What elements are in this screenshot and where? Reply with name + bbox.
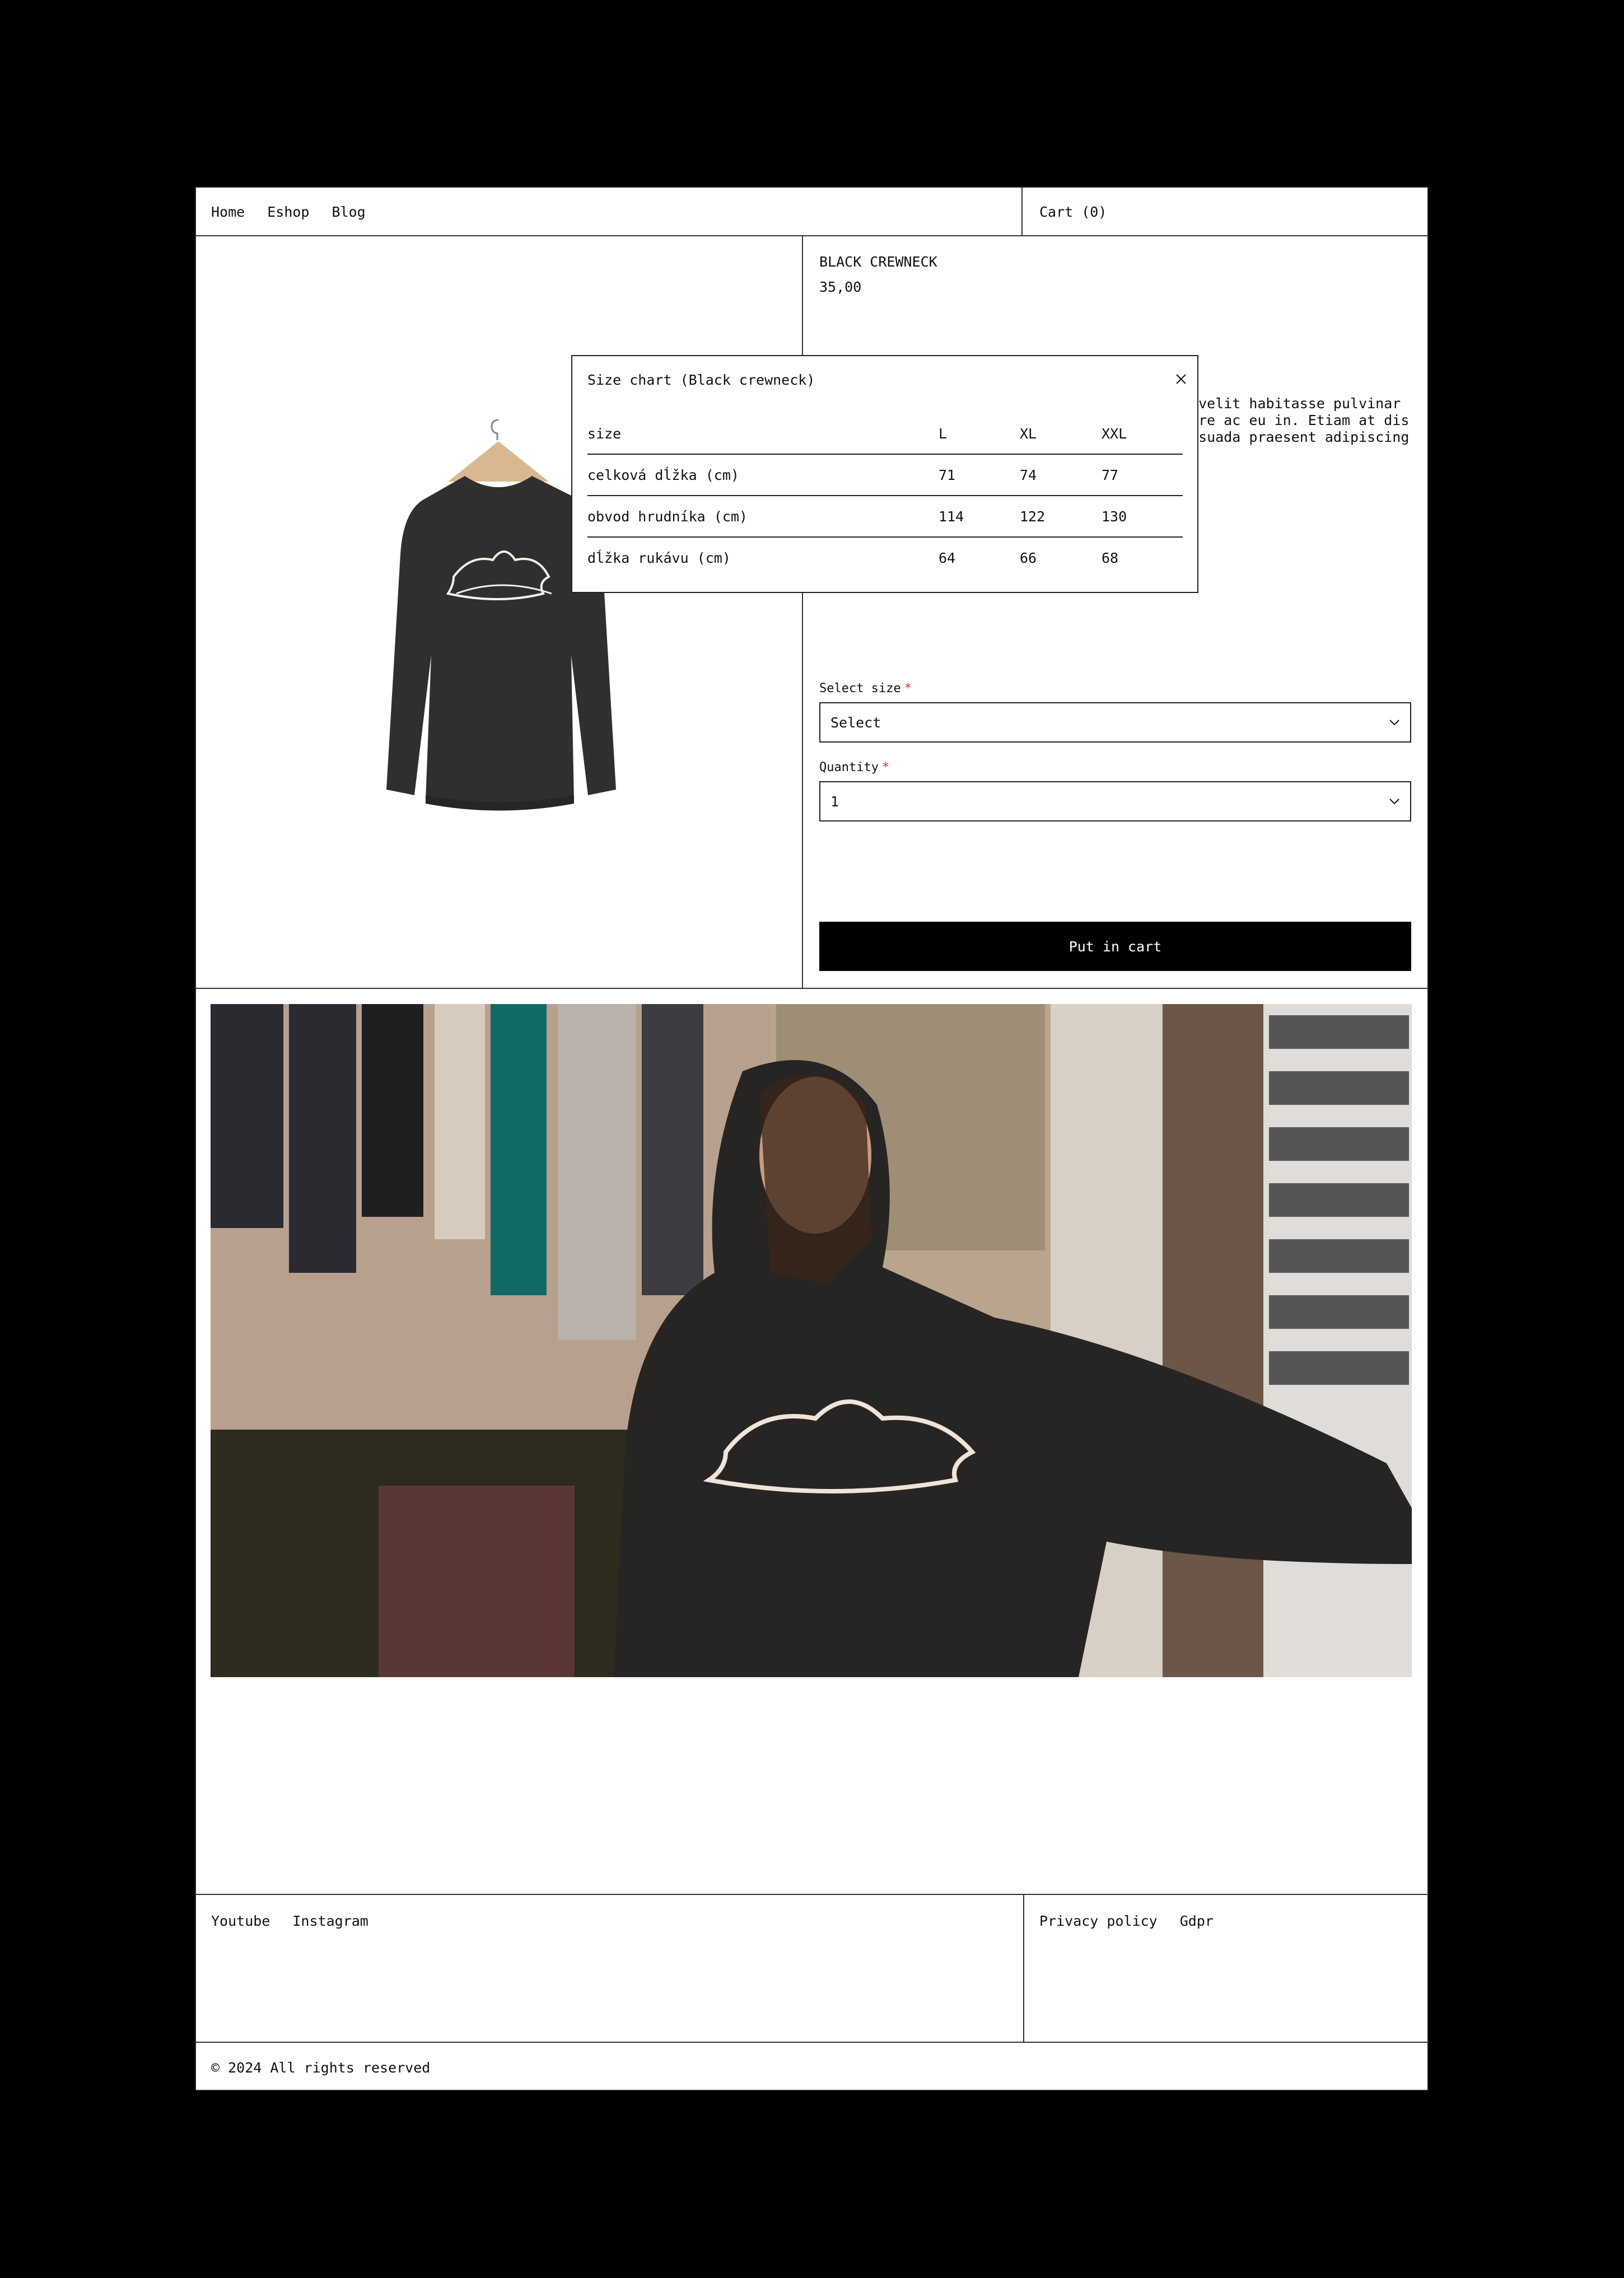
footer-bottom-divider [195, 2042, 1429, 2043]
nav-blog[interactable]: Blog [332, 204, 365, 220]
table-cell: 71 [939, 467, 956, 483]
header-divider [195, 235, 1429, 236]
size-select-value: Select [830, 714, 881, 731]
privacy-policy-link[interactable]: Privacy policy [1039, 1913, 1158, 1929]
product-vertical-divider [802, 236, 803, 988]
description-line: lesuada praesent adipiscing [1182, 429, 1410, 445]
table-header-xl: XL [1020, 426, 1037, 442]
table-cell: obvod hrudníka (cm) [587, 508, 748, 525]
instagram-link[interactable]: Instagram [292, 1913, 368, 1929]
header-vertical-divider [1021, 186, 1023, 236]
nav-home[interactable]: Home [211, 204, 245, 220]
put-in-cart-button[interactable]: Put in cart [819, 922, 1411, 971]
product-bottom-divider [195, 988, 1429, 989]
table-cell: 64 [939, 550, 956, 566]
table-cell: 130 [1102, 508, 1127, 525]
description-line: hare ac eu in. Etiam at dis [1182, 412, 1410, 428]
legal-links: Privacy policy Gdpr [1039, 1914, 1236, 1928]
size-select[interactable]: Select [819, 702, 1411, 743]
main-nav: Home Eshop Blog [211, 205, 388, 219]
table-divider [587, 495, 1183, 496]
lifestyle-photo [211, 1004, 1412, 1677]
required-mark: * [881, 760, 890, 774]
product-description: t velit habitasse pulvinar hare ac eu in… [1182, 395, 1417, 446]
close-icon[interactable] [1175, 373, 1187, 385]
table-divider [587, 536, 1183, 538]
social-links: Youtube Instagram [211, 1914, 391, 1928]
table-divider [587, 454, 1183, 455]
required-mark: * [904, 681, 912, 695]
product-title: BLACK CREWNECK [819, 254, 937, 270]
description-line: t velit habitasse pulvinar [1182, 395, 1401, 412]
chevron-down-icon [1389, 799, 1399, 805]
quantity-label-text: Quantity [819, 760, 879, 774]
cart-link[interactable]: Cart (0) [1039, 205, 1107, 219]
table-cell: dĺžka rukávu (cm) [587, 550, 731, 566]
size-chart-modal: Size chart (Black crewneck) size L XL XX… [571, 355, 1198, 593]
table-header-l: L [939, 426, 948, 442]
gdpr-link[interactable]: Gdpr [1180, 1913, 1214, 1929]
table-header-xxl: XXL [1102, 426, 1127, 442]
quantity-select-value: 1 [830, 793, 839, 810]
youtube-link[interactable]: Youtube [211, 1913, 270, 1929]
table-cell: 122 [1020, 508, 1046, 525]
table-cell: 74 [1020, 467, 1037, 483]
modal-title: Size chart (Black crewneck) [587, 372, 815, 388]
chevron-down-icon [1389, 720, 1399, 726]
quantity-label: Quantity * [819, 762, 889, 774]
size-label: Select size * [819, 683, 912, 695]
table-header-size: size [587, 426, 622, 442]
footer-top-divider [195, 1894, 1429, 1895]
table-cell: 77 [1102, 467, 1119, 483]
table-cell: 66 [1020, 550, 1037, 566]
quantity-select[interactable]: 1 [819, 781, 1411, 821]
copyright: © 2024 All rights reserved [211, 2060, 431, 2076]
table-cell: 114 [939, 508, 964, 525]
nav-eshop[interactable]: Eshop [267, 204, 309, 220]
footer-vertical-divider [1023, 1894, 1024, 2042]
table-cell: celková dĺžka (cm) [587, 467, 739, 483]
product-price: 35,00 [819, 279, 862, 295]
table-cell: 68 [1102, 550, 1119, 566]
size-label-text: Select size [819, 681, 901, 695]
